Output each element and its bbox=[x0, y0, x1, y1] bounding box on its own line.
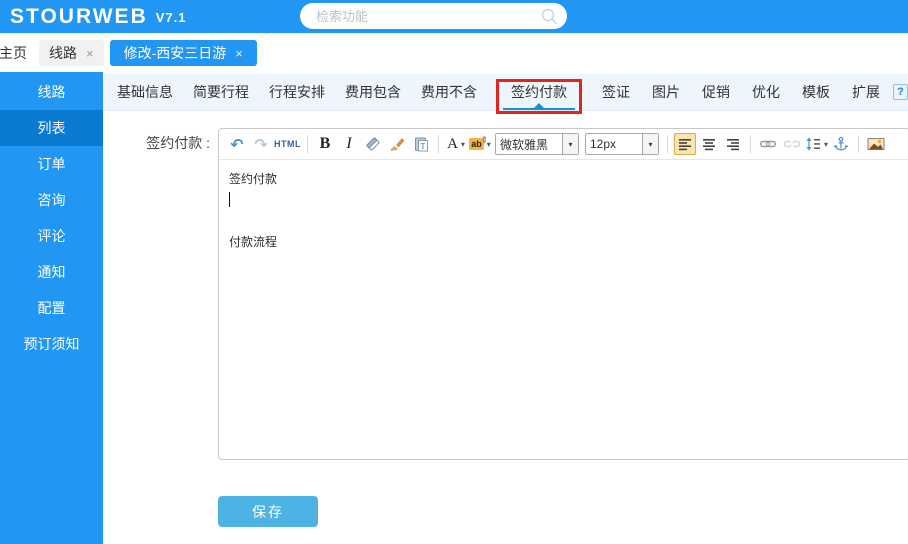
tab-basic-info[interactable]: 基础信息 bbox=[107, 74, 183, 110]
remove-link-icon[interactable] bbox=[781, 133, 803, 155]
highlight-color-button[interactable]: ab ✎ ▾ bbox=[469, 133, 491, 155]
editor-cursor-line bbox=[229, 190, 899, 211]
font-size-value: 12px bbox=[590, 137, 617, 151]
editor-line: 付款流程 bbox=[229, 235, 278, 249]
eraser-icon[interactable] bbox=[362, 133, 384, 155]
tab-template[interactable]: 模板 bbox=[791, 74, 841, 110]
tab-itinerary-arrangement[interactable]: 行程安排 bbox=[259, 74, 335, 110]
sidebar-item-list[interactable]: 列表 bbox=[0, 110, 103, 146]
app-window: STOURWEB V7.1 主页 线路 × 修改-西安三日游 × 线路 列表 订单 咨… bbox=[0, 0, 908, 544]
chevron-down-icon: ▾ bbox=[460, 139, 465, 149]
sidebar-item-comments[interactable]: 评论 bbox=[0, 218, 103, 254]
undo-icon[interactable]: ↶ bbox=[226, 133, 248, 155]
chevron-down-icon: ▾ bbox=[562, 134, 578, 154]
logo-text: STOURWEB bbox=[10, 5, 148, 28]
field-label-contract-payment: 签约付款 : bbox=[146, 135, 210, 151]
tab-fee-excluded[interactable]: 费用不含 bbox=[411, 74, 487, 110]
font-size-select[interactable]: 12px ▾ bbox=[585, 133, 659, 155]
wintab-label: 线路 bbox=[49, 44, 77, 61]
sidebar-item-lines[interactable]: 线路 bbox=[0, 74, 103, 110]
close-icon[interactable]: × bbox=[86, 46, 94, 61]
sidebar-item-inquiries[interactable]: 咨询 bbox=[0, 182, 103, 218]
module-tab-bar: 基础信息 简要行程 行程安排 费用包含 费用不含 签约付款 签证 图片 促销 优… bbox=[103, 74, 908, 114]
paste-as-text-icon[interactable]: T bbox=[410, 133, 432, 155]
sidebar-item-orders[interactable]: 订单 bbox=[0, 146, 103, 182]
toolbar-divider bbox=[667, 135, 668, 153]
insert-image-icon[interactable] bbox=[865, 133, 887, 155]
anchor-icon[interactable] bbox=[830, 133, 852, 155]
active-tab-underline bbox=[503, 108, 575, 110]
editor-line: 签约付款 bbox=[229, 172, 278, 186]
topbar: STOURWEB V7.1 bbox=[0, 0, 908, 33]
tab-extension[interactable]: 扩展 bbox=[841, 74, 891, 110]
tab-brief-itinerary[interactable]: 简要行程 bbox=[183, 74, 259, 110]
editor-toolbar: ↶ ↷ HTML B I T A ▾ ab ✎ ▾ 微软雅黑 ▾ 12px ▾ … bbox=[219, 129, 908, 160]
font-color-label: A bbox=[447, 135, 458, 152]
insert-link-icon[interactable] bbox=[757, 133, 779, 155]
wintab-home[interactable]: 主页 bbox=[0, 40, 33, 66]
sidebar-item-notifications[interactable]: 通知 bbox=[0, 254, 103, 290]
tab-promotion[interactable]: 促销 bbox=[691, 74, 741, 110]
wintab-label: 修改-西安三日游 bbox=[123, 44, 227, 61]
toolbar-divider bbox=[750, 135, 751, 153]
global-search[interactable] bbox=[300, 3, 567, 29]
sidebar-item-settings[interactable]: 配置 bbox=[0, 290, 103, 326]
html-source-button[interactable]: HTML bbox=[274, 133, 301, 155]
search-icon[interactable] bbox=[540, 7, 558, 25]
app-logo: STOURWEB V7.1 bbox=[10, 0, 186, 33]
wintab-lines[interactable]: 线路 × bbox=[39, 39, 104, 66]
line-height-button[interactable]: ▾ bbox=[805, 133, 828, 155]
font-color-button[interactable]: A ▾ bbox=[445, 133, 467, 155]
save-button[interactable]: 保存 bbox=[218, 496, 318, 527]
toolbar-divider bbox=[438, 135, 439, 153]
chevron-down-icon: ▾ bbox=[824, 139, 829, 149]
tab-label: 签约付款 bbox=[511, 84, 567, 100]
format-brush-icon[interactable] bbox=[386, 133, 408, 155]
window-tab-bar: 主页 线路 × 修改-西安三日游 × bbox=[0, 33, 908, 72]
richtext-editor: ↶ ↷ HTML B I T A ▾ ab ✎ ▾ 微软雅黑 ▾ 12px ▾ … bbox=[218, 128, 908, 460]
tab-fee-included[interactable]: 费用包含 bbox=[335, 74, 411, 110]
tab-images[interactable]: 图片 bbox=[641, 74, 691, 110]
align-center-button[interactable] bbox=[698, 133, 720, 155]
wintab-label: 主页 bbox=[0, 44, 27, 61]
sidebar: 线路 列表 订单 咨询 评论 通知 配置 预订须知 bbox=[0, 72, 103, 544]
wintab-edit-xian-tour[interactable]: 修改-西安三日游 × bbox=[109, 39, 257, 66]
align-left-button[interactable] bbox=[674, 133, 696, 155]
close-icon[interactable]: × bbox=[235, 46, 243, 61]
svg-text:T: T bbox=[421, 142, 426, 151]
tab-seo[interactable]: 优化 bbox=[741, 74, 791, 110]
search-input[interactable] bbox=[314, 7, 540, 25]
active-tab-arrow-icon bbox=[534, 103, 544, 108]
help-icon[interactable]: ? bbox=[893, 84, 908, 100]
editor-content[interactable]: 签约付款 付款流程 bbox=[219, 160, 908, 262]
editor-empty-line bbox=[229, 211, 899, 232]
text-cursor bbox=[229, 192, 230, 207]
italic-button[interactable]: I bbox=[338, 133, 360, 155]
chevron-down-icon: ▾ bbox=[642, 134, 658, 154]
align-right-button[interactable] bbox=[722, 133, 744, 155]
version-text: V7.1 bbox=[155, 10, 187, 25]
toolbar-divider bbox=[307, 135, 308, 153]
tab-visa[interactable]: 签证 bbox=[591, 74, 641, 110]
sidebar-item-booking-notes[interactable]: 预订须知 bbox=[0, 326, 103, 362]
bold-button[interactable]: B bbox=[314, 133, 336, 155]
redo-icon[interactable]: ↷ bbox=[250, 133, 272, 155]
font-family-select[interactable]: 微软雅黑 ▾ bbox=[495, 133, 579, 155]
toolbar-divider bbox=[858, 135, 860, 153]
font-family-value: 微软雅黑 bbox=[500, 137, 549, 152]
tab-contract-payment[interactable]: 签约付款 bbox=[496, 74, 582, 114]
main-content: 基础信息 简要行程 行程安排 费用包含 费用不含 签约付款 签证 图片 促销 优… bbox=[103, 72, 908, 544]
highlight-label: ab ✎ bbox=[469, 133, 491, 150]
